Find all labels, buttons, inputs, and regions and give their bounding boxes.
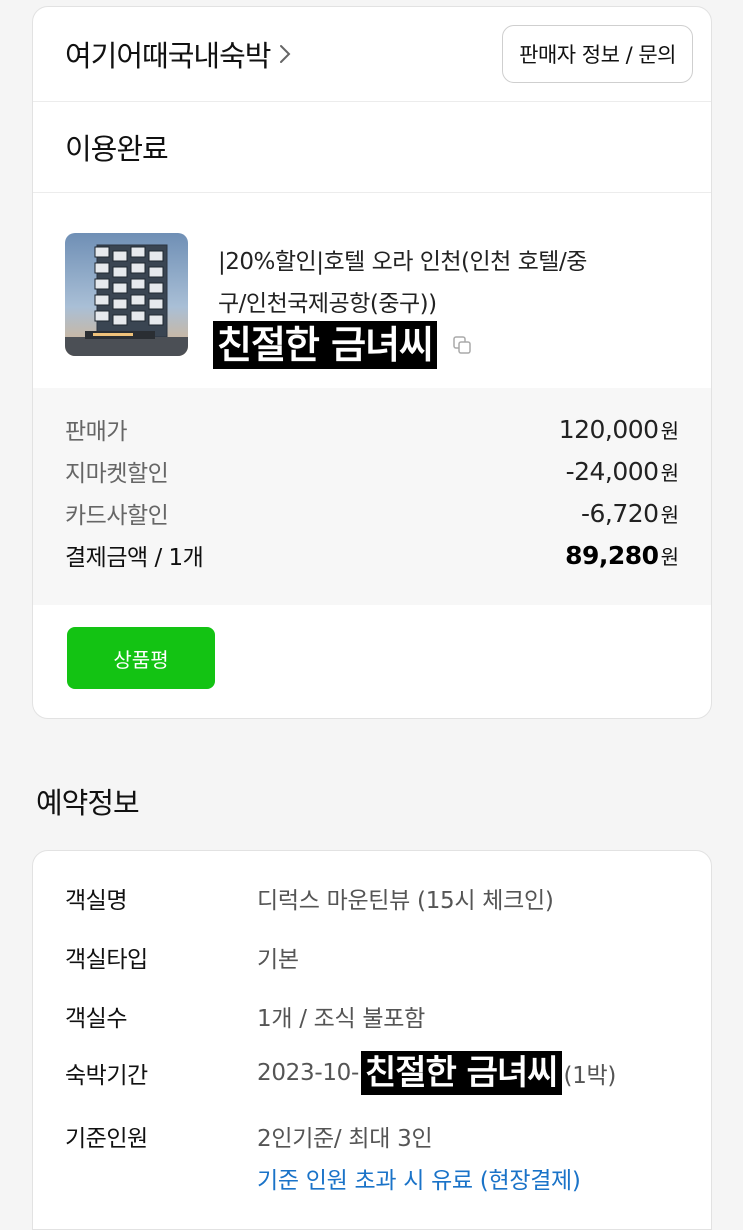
chevron-right-icon xyxy=(280,45,291,63)
info-label: 객실수 xyxy=(65,1006,127,1032)
order-card: 여기어때국내숙박 판매자 정보 / 문의 이용완료 |20%할인|호텔 오라 인… xyxy=(32,6,712,719)
info-label: 기준인원 xyxy=(65,1126,148,1152)
info-value: 2023-10- 친절한 금녀씨 (1박) xyxy=(257,1051,616,1095)
info-value: 디럭스 마운틴뷰 (15시 체크인) xyxy=(257,888,554,914)
reservation-card: 객실명 디럭스 마운틴뷰 (15시 체크인) 객실타입 기본 객실수 1개 / … xyxy=(32,850,712,1230)
order-status: 이용완료 xyxy=(65,132,169,166)
price-row: 판매가 120,000 원 xyxy=(65,408,679,450)
product-row: |20%할인|호텔 오라 인천(인천 호텔/중구/인천국제공항(중구)) 친절한… xyxy=(33,193,711,388)
product-title[interactable]: |20%할인|호텔 오라 인천(인천 호텔/중구/인천국제공항(중구)) xyxy=(218,241,608,325)
seller-header: 여기어때국내숙박 판매자 정보 / 문의 xyxy=(33,7,711,102)
total-price-amount: 89,280 원 xyxy=(565,540,679,570)
info-row-room-count: 객실수 1개 / 조식 불포함 xyxy=(65,999,425,1033)
price-row: 카드사할인 -6,720 원 xyxy=(65,492,679,534)
price-amount: -6,720 원 xyxy=(581,498,679,528)
price-summary: 판매가 120,000 원 지마켓할인 -24,000 원 카드사할인 -6,720… xyxy=(33,388,711,605)
product-thumbnail[interactable] xyxy=(65,233,188,356)
info-value: 1개 / 조식 불포함 xyxy=(257,1006,425,1032)
info-label: 객실명 xyxy=(65,888,127,914)
stay-date-prefix: 2023-10- xyxy=(257,1060,359,1086)
reservation-section-title: 예약정보 xyxy=(36,786,140,820)
info-row-guests: 기준인원 2인기준/ 최대 3인 xyxy=(65,1119,433,1153)
info-value: 2인기준/ 최대 3인 xyxy=(257,1126,433,1152)
price-label: 카드사할인 xyxy=(65,503,169,529)
price-label: 지마켓할인 xyxy=(65,461,169,487)
info-row-room-type: 객실타입 기본 xyxy=(65,940,299,974)
price-label: 판매가 xyxy=(65,419,127,445)
seller-name: 여기어때국내숙박 xyxy=(65,39,271,73)
product-option: 친절한 금녀씨 xyxy=(213,321,473,369)
info-row-stay-period: 숙박기간 2023-10- 친절한 금녀씨 (1박) xyxy=(65,1051,616,1095)
review-button[interactable]: 상품평 xyxy=(67,627,215,689)
price-amount: -24,000 원 xyxy=(565,456,679,486)
seller-link[interactable]: 여기어때국내숙박 xyxy=(65,33,294,75)
stay-nights: (1박) xyxy=(563,1063,617,1089)
info-label: 객실타입 xyxy=(65,947,148,973)
extra-guest-note-row: 기준 인원 초과 시 유료 (현장결제) xyxy=(257,1161,581,1195)
info-row-room-name: 객실명 디럭스 마운틴뷰 (15시 체크인) xyxy=(65,881,554,915)
masked-text: 친절한 금녀씨 xyxy=(361,1051,562,1095)
seller-info-button[interactable]: 판매자 정보 / 문의 xyxy=(502,25,693,83)
info-value: 기본 xyxy=(257,947,299,973)
price-row: 지마켓할인 -24,000 원 xyxy=(65,450,679,492)
extra-guest-fee-link[interactable]: 기준 인원 초과 시 유료 (현장결제) xyxy=(257,1161,581,1195)
order-status-row: 이용완료 xyxy=(33,102,711,193)
price-amount: 120,000 원 xyxy=(558,414,679,444)
info-label: 숙박기간 xyxy=(65,1063,148,1089)
option-text: 친절한 금녀씨 xyxy=(213,321,437,369)
copy-icon[interactable] xyxy=(451,334,473,356)
total-price-label: 결제금액 / 1개 xyxy=(65,545,204,571)
total-price-row: 결제금액 / 1개 89,280 원 xyxy=(65,534,679,576)
